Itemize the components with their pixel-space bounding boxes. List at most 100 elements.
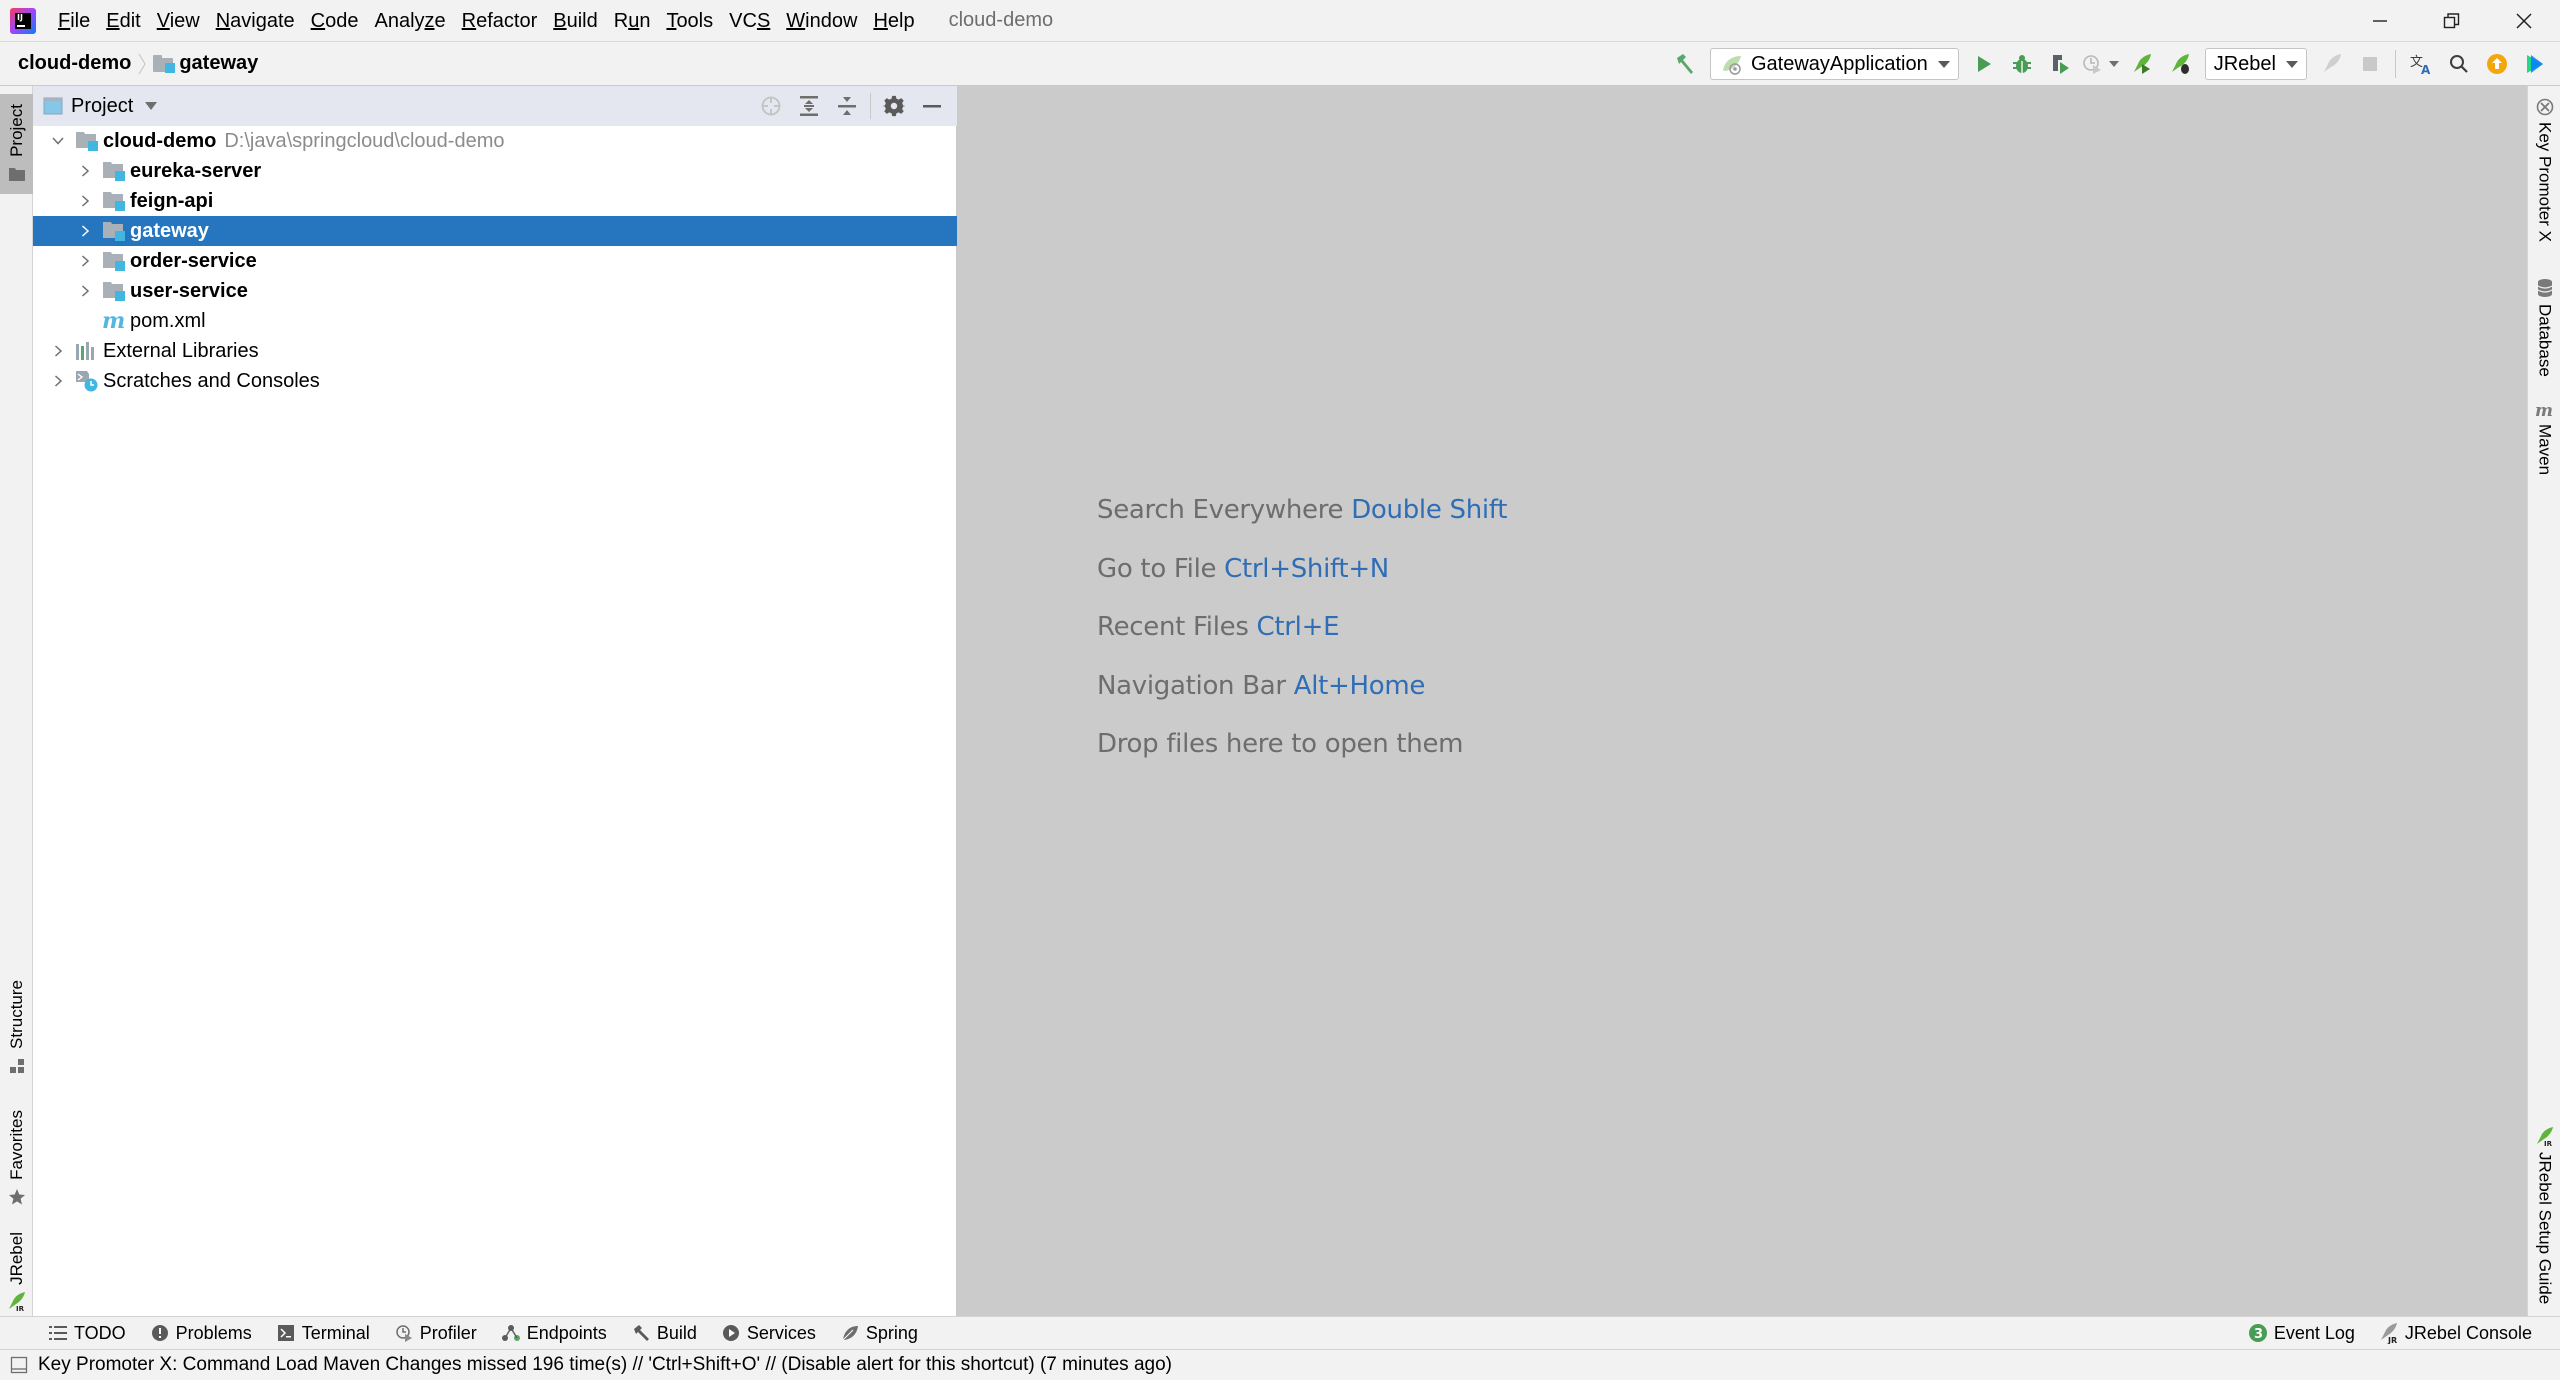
chevron-right-icon[interactable]	[76, 216, 94, 246]
tool-tab-terminal[interactable]: Terminal	[276, 1323, 370, 1344]
editor-hint: Search Everywhere Double Shift	[1097, 490, 1507, 549]
menu-navigate[interactable]: Navigate	[208, 0, 303, 42]
profile-dropdown-button[interactable]	[2105, 45, 2123, 83]
hint-shortcut: Ctrl+E	[1256, 612, 1340, 642]
tool-tab-project[interactable]: Project	[0, 94, 33, 194]
bottom-tool-window-bar: TODO Problems Terminal Profiler Endpoints Bui…	[0, 1316, 2560, 1350]
jrebel-configuration-select[interactable]: JRebel	[2204, 48, 2307, 80]
chevron-right-icon[interactable]	[76, 276, 94, 306]
jrebel-update-button[interactable]	[2313, 45, 2351, 83]
intellij-logo-icon[interactable]: IJ	[10, 7, 36, 34]
key-promoter-icon	[2536, 98, 2553, 116]
tool-tab-jrebel[interactable]: JRebel JR	[0, 1224, 33, 1314]
translate-button[interactable]: 文A	[2402, 45, 2440, 83]
jrebel-run-button[interactable]	[2123, 45, 2161, 83]
code-with-me-button[interactable]	[2516, 45, 2554, 83]
menu-tools[interactable]: Tools	[658, 0, 721, 42]
hide-panel-button[interactable]	[913, 86, 951, 126]
menu-view[interactable]: View	[149, 0, 208, 42]
tool-tab-todo[interactable]: TODO	[48, 1323, 126, 1344]
tree-item-gateway[interactable]: gateway	[33, 216, 957, 246]
run-button[interactable]	[1965, 45, 2003, 83]
collapse-all-button[interactable]	[828, 86, 866, 126]
chevron-down-icon[interactable]	[145, 102, 158, 110]
profiler-icon	[394, 1323, 414, 1343]
hint-action: Recent Files	[1097, 612, 1249, 642]
tree-item-cloud-demo[interactable]: cloud-demo D:\java\springcloud\cloud-demo	[33, 126, 957, 156]
tool-tab-jrebel-console[interactable]: JR JRebel Console	[2379, 1323, 2532, 1344]
tool-tab-jrebel-setup-guide[interactable]: JR JRebel Setup Guide	[2528, 1126, 2560, 1316]
menu-code[interactable]: Code	[303, 0, 367, 42]
menu-edit[interactable]: Edit	[98, 0, 148, 42]
toolbar-separator	[870, 93, 871, 119]
panel-settings-button[interactable]	[875, 86, 913, 126]
status-message[interactable]: Key Promoter X: Command Load Maven Chang…	[38, 1354, 1172, 1376]
run-configuration-select[interactable]: GatewayApplication	[1709, 48, 1959, 80]
profile-button[interactable]	[2079, 45, 2105, 83]
tree-item-scratches-and-consoles[interactable]: Scratches and Consoles	[33, 366, 957, 396]
stop-button[interactable]	[2351, 45, 2389, 83]
update-arrow-icon	[2487, 54, 2507, 74]
tree-item-external-libraries[interactable]: External Libraries	[33, 336, 957, 366]
hint-action: Drop files here to open them	[1097, 729, 1464, 759]
editor-empty-area[interactable]: Search Everywhere Double Shift Go to File…	[957, 86, 2527, 1316]
expand-all-button[interactable]	[790, 86, 828, 126]
tool-tab-services[interactable]: Services	[721, 1323, 816, 1344]
chevron-right-icon[interactable]	[49, 366, 67, 396]
tree-item-order-service[interactable]: order-service	[33, 246, 957, 276]
tool-tab-maven[interactable]: m Maven	[2528, 402, 2560, 502]
folder-icon	[8, 167, 25, 181]
breadcrumb-module[interactable]: gateway	[179, 52, 258, 75]
tool-tab-profiler[interactable]: Profiler	[394, 1323, 477, 1344]
tool-tab-endpoints[interactable]: Endpoints	[501, 1323, 607, 1344]
menu-file[interactable]: File	[50, 0, 98, 42]
close-button[interactable]	[2488, 0, 2560, 42]
chevron-down-icon[interactable]	[49, 126, 67, 156]
tool-tab-key-promoter-x[interactable]: Key Promoter X	[2528, 98, 2560, 258]
window-title: cloud-demo	[948, 9, 1054, 31]
tool-tab-structure[interactable]: Structure	[0, 972, 33, 1102]
minimize-button[interactable]	[2344, 0, 2416, 42]
tree-item-label: Scratches and Consoles	[103, 369, 320, 392]
project-view-selector[interactable]: Project	[71, 95, 133, 118]
hint-shortcut: Ctrl+Shift+N	[1224, 553, 1389, 584]
code-with-me-icon	[2527, 55, 2543, 73]
tree-item-eureka-server[interactable]: eureka-server	[33, 156, 957, 186]
menu-vcs[interactable]: VCS	[721, 0, 778, 42]
chevron-right-icon[interactable]	[76, 186, 94, 216]
tool-tab-label: Endpoints	[526, 1322, 607, 1343]
menu-analyze[interactable]: Analyze	[366, 0, 453, 42]
chevron-right-icon[interactable]	[49, 336, 67, 366]
restore-button[interactable]	[2416, 0, 2488, 42]
tree-item-user-service[interactable]: user-service	[33, 276, 957, 306]
tree-item-pom-xml[interactable]: m pom.xml	[33, 306, 957, 336]
menu-refactor[interactable]: Refactor	[454, 0, 546, 42]
menu-run[interactable]: Run	[606, 0, 659, 42]
chevron-right-icon[interactable]	[76, 156, 94, 186]
tree-item-path: D:\java\springcloud\cloud-demo	[224, 129, 505, 152]
jrebel-debug-button[interactable]	[2161, 45, 2199, 83]
menu-window[interactable]: Window	[778, 0, 865, 42]
breadcrumb-project[interactable]: cloud-demo	[18, 52, 131, 75]
editor-hint: Navigation Bar Alt+Home	[1097, 666, 1507, 725]
run-with-coverage-button[interactable]	[2041, 45, 2079, 83]
tool-tab-spring[interactable]: Spring	[840, 1323, 918, 1344]
tree-item-feign-api[interactable]: feign-api	[33, 186, 957, 216]
menu-build[interactable]: Build	[545, 0, 605, 42]
menu-help[interactable]: Help	[865, 0, 922, 42]
build-project-button[interactable]	[1666, 45, 1704, 83]
tree-item-label: user-service	[130, 279, 248, 302]
chevron-right-icon[interactable]	[76, 246, 94, 276]
debug-button[interactable]	[2003, 45, 2041, 83]
ide-update-button[interactable]	[2478, 45, 2516, 83]
toggle-tool-windows-icon[interactable]	[10, 1356, 28, 1374]
tree-item-label: pom.xml	[130, 309, 206, 332]
tool-tab-build[interactable]: Build	[631, 1323, 697, 1344]
select-opened-file-button[interactable]	[752, 86, 790, 126]
navigation-bar: cloud-demo gateway GatewayApplication JR…	[0, 42, 2560, 86]
tool-tab-event-log[interactable]: 3 Event Log	[2248, 1323, 2355, 1344]
tool-tab-favorites[interactable]: Favorites	[0, 1102, 33, 1218]
tool-tab-database[interactable]: Database	[2528, 278, 2560, 388]
search-everywhere-button[interactable]	[2440, 45, 2478, 83]
tool-tab-problems[interactable]: Problems	[150, 1323, 252, 1344]
